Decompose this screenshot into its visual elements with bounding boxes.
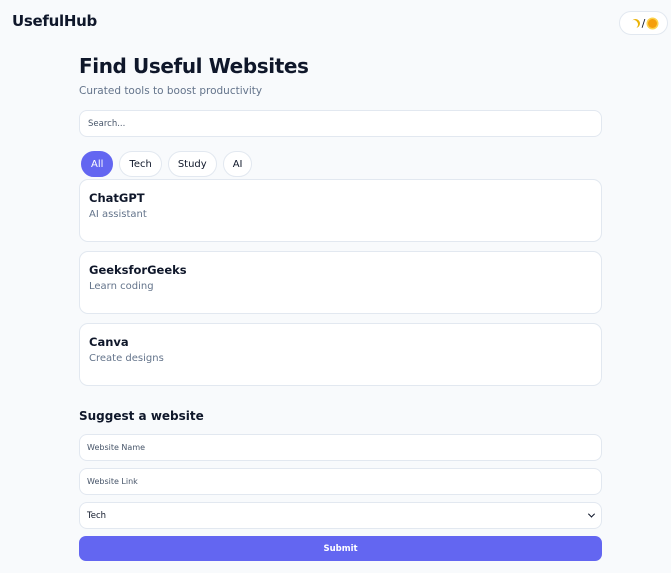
sun-icon — [648, 18, 658, 28]
website-card[interactable]: Canva Create designs — [79, 323, 602, 386]
website-list: ChatGPT AI assistant GeeksforGeeks Learn… — [79, 179, 602, 395]
website-card-description: Create designs — [89, 353, 164, 364]
filter-chip-study[interactable]: Study — [167, 151, 217, 177]
website-card-description: AI assistant — [89, 209, 147, 220]
search-input[interactable] — [79, 110, 602, 137]
moon-icon — [629, 20, 638, 29]
website-card-description: Learn coding — [89, 281, 154, 292]
submit-button[interactable]: Submit — [79, 536, 602, 561]
website-card[interactable]: GeeksforGeeks Learn coding — [79, 251, 602, 314]
suggest-section-title: Suggest a website — [79, 409, 204, 423]
website-card[interactable]: ChatGPT AI assistant — [79, 179, 602, 242]
page: UsefulHub / Find Useful Websites Curated… — [0, 0, 671, 573]
category-select[interactable]: Tech — [79, 502, 602, 529]
category-filters: All Tech Study AI — [81, 151, 253, 177]
category-select-value: Tech — [87, 510, 107, 521]
theme-toggle-button[interactable]: / — [619, 11, 668, 35]
filter-chip-ai[interactable]: AI — [222, 151, 253, 177]
filter-chip-tech[interactable]: Tech — [119, 151, 162, 177]
chevron-down-icon — [587, 510, 596, 518]
theme-toggle-separator: / — [641, 16, 646, 30]
page-subtitle: Curated tools to boost productivity — [79, 85, 263, 97]
website-card-title: ChatGPT — [89, 191, 145, 205]
filter-chip-all[interactable]: All — [81, 151, 114, 177]
website-card-title: Canva — [89, 335, 129, 349]
website-card-title: GeeksforGeeks — [89, 263, 187, 277]
page-title: Find Useful Websites — [79, 54, 309, 78]
website-name-input[interactable] — [79, 434, 602, 461]
website-link-input[interactable] — [79, 468, 602, 495]
brand-logo[interactable]: UsefulHub — [12, 12, 97, 30]
